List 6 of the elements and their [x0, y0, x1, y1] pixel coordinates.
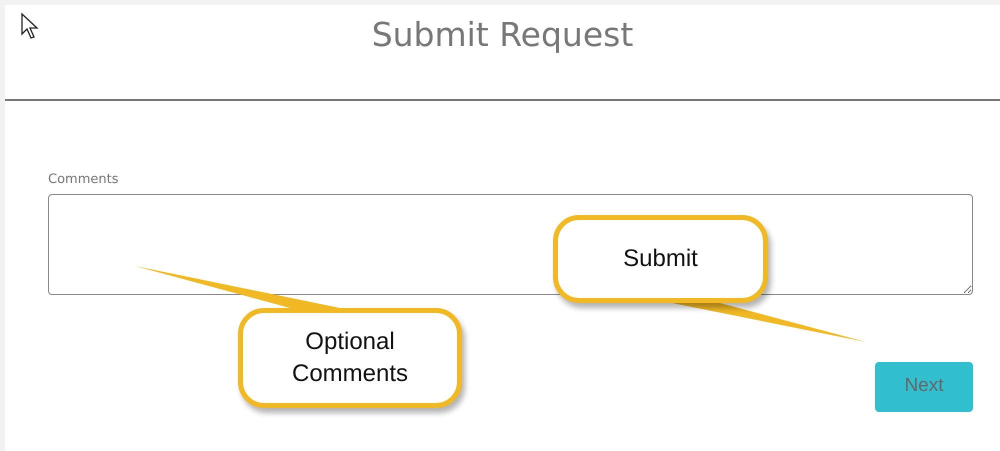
page-title: Submit Request	[372, 17, 634, 54]
callout: Submit	[553, 215, 768, 303]
field-label: Comments	[48, 171, 118, 189]
cursor-icon	[20, 12, 40, 40]
callout: Optional Comments	[238, 308, 462, 408]
next-button[interactable]: Next	[875, 362, 973, 412]
